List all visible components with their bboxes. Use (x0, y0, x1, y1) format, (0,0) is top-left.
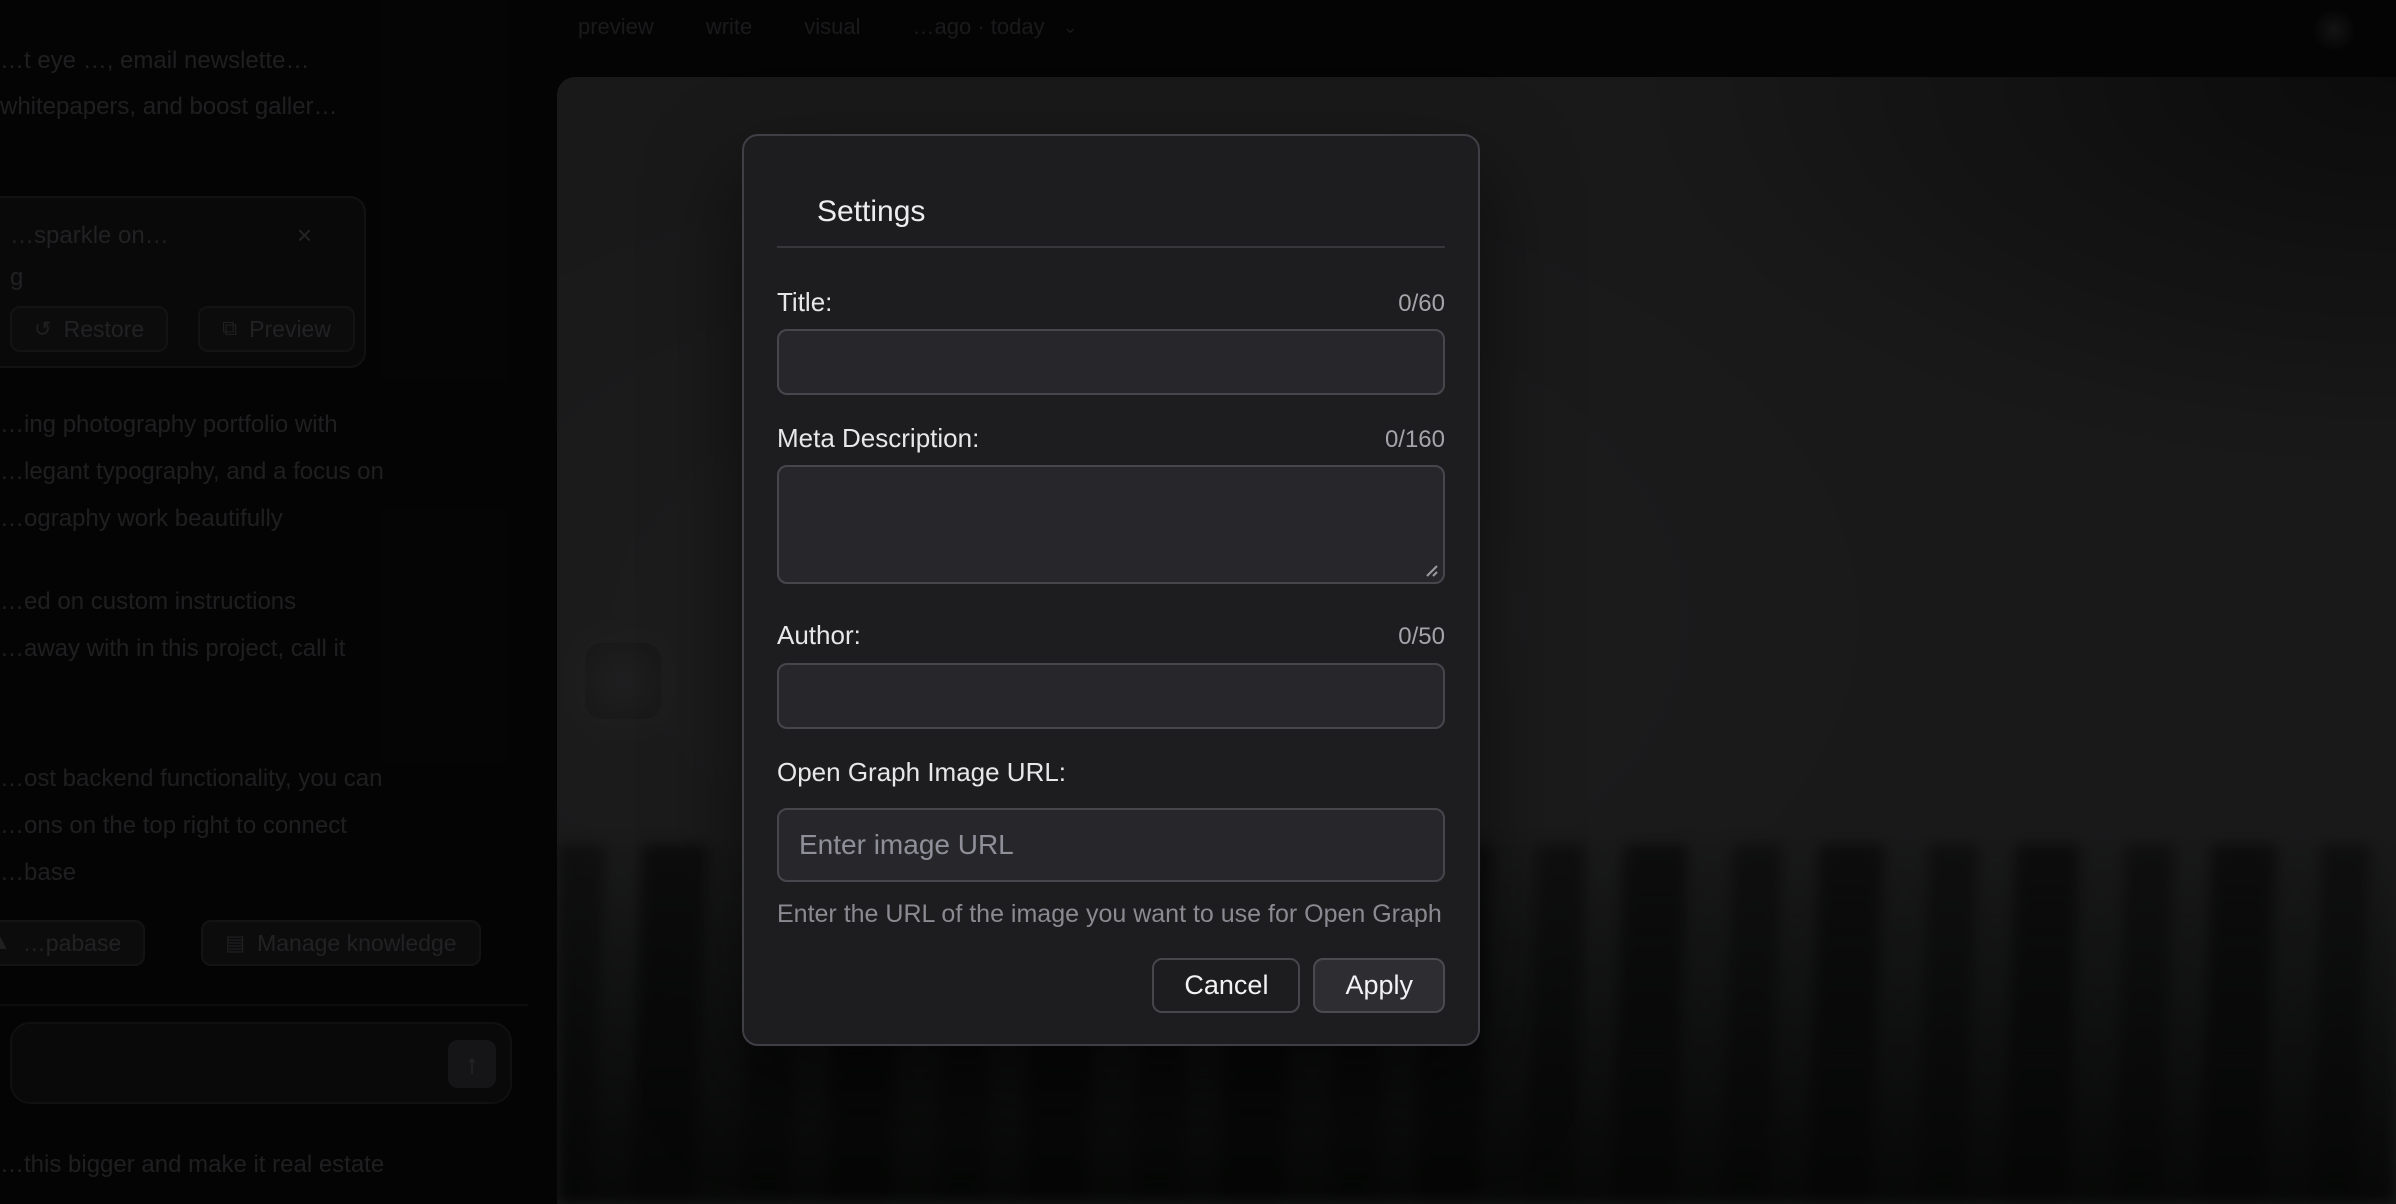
field-og-image-url: Open Graph Image URL: Enter the URL of t… (777, 755, 1445, 929)
dialog-title: Settings (817, 194, 1445, 230)
og-image-url-input[interactable] (777, 808, 1445, 882)
title-counter: 0/60 (1398, 290, 1445, 318)
title-input[interactable] (777, 329, 1445, 395)
meta-description-counter: 0/160 (1385, 426, 1445, 454)
field-meta-description: Meta Description: 0/160 (777, 421, 1445, 584)
meta-description-textarea[interactable] (777, 465, 1445, 584)
author-counter: 0/50 (1398, 623, 1445, 651)
meta-description-label: Meta Description: (777, 421, 979, 455)
apply-button[interactable]: Apply (1313, 958, 1445, 1013)
dialog-actions: Cancel Apply (777, 958, 1445, 1013)
settings-dialog: Settings Title: 0/60 Meta Description: 0… (742, 134, 1480, 1046)
og-image-url-label: Open Graph Image URL: (777, 755, 1066, 789)
field-author: Author: 0/50 (777, 618, 1445, 729)
field-title: Title: 0/60 (777, 285, 1445, 395)
app-window: preview write visual …ago · today ⌄ …t e… (0, 0, 2396, 1204)
cancel-button[interactable]: Cancel (1152, 958, 1300, 1013)
og-image-url-helper: Enter the URL of the image you want to u… (777, 899, 1445, 929)
dialog-header: Settings (777, 136, 1445, 248)
author-input[interactable] (777, 663, 1445, 729)
author-label: Author: (777, 618, 861, 652)
title-label: Title: (777, 285, 832, 319)
